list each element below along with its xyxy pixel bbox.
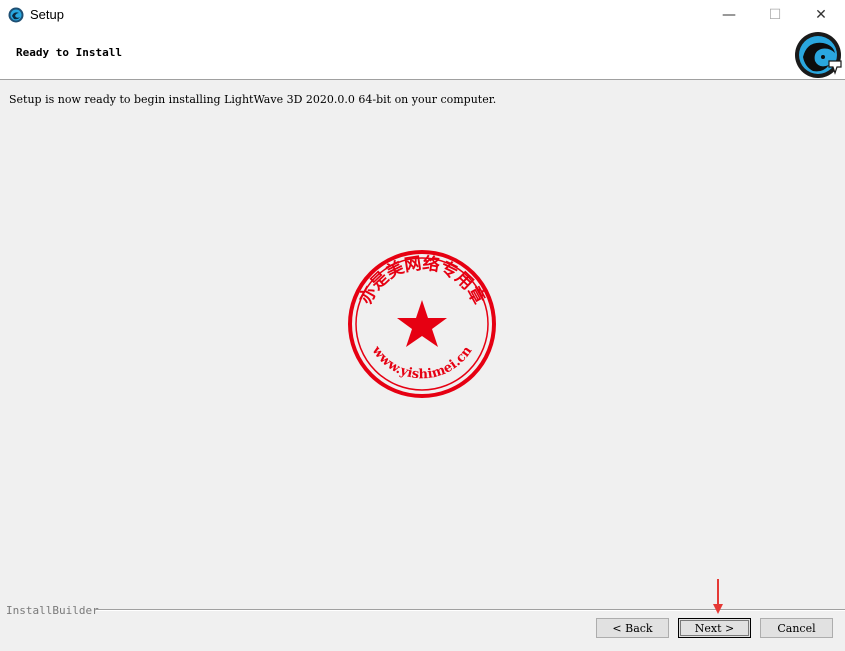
close-icon: ✕: [815, 7, 827, 23]
close-button[interactable]: ✕: [798, 0, 844, 30]
svg-text:www.yishimei.cn: www.yishimei.cn: [368, 343, 476, 383]
ready-message: Setup is now ready to begin installing L…: [9, 93, 497, 106]
maximize-button[interactable]: ☐: [752, 0, 798, 30]
lightwave-logo-icon: [795, 32, 842, 78]
wizard-header: Ready to Install: [0, 30, 845, 80]
next-button[interactable]: Next >: [678, 618, 751, 638]
seal-bottom-text: www.yishimei.cn: [368, 343, 476, 383]
minimize-button[interactable]: —: [706, 0, 752, 30]
installbuilder-label: InstallBuilder: [6, 604, 99, 617]
svg-text:亦是美网络专用章: 亦是美网络专用章: [355, 253, 489, 308]
footer-divider: [96, 609, 845, 611]
app-icon: [8, 7, 24, 23]
seal-star-icon: [397, 300, 447, 347]
title-bar: Setup — ☐ ✕: [0, 0, 845, 30]
seal-top-text: 亦是美网络专用章: [355, 253, 489, 308]
page-title: Ready to Install: [16, 46, 122, 59]
back-button[interactable]: < Back: [596, 618, 669, 638]
maximize-icon: ☐: [768, 7, 782, 23]
seal-stamp: 亦是美网络专用章 www.yishimei.cn: [348, 250, 496, 398]
cancel-button[interactable]: Cancel: [760, 618, 833, 638]
window-title: Setup: [30, 7, 64, 22]
red-arrow-annotation-icon: [713, 579, 723, 614]
minimize-icon: —: [722, 7, 736, 23]
